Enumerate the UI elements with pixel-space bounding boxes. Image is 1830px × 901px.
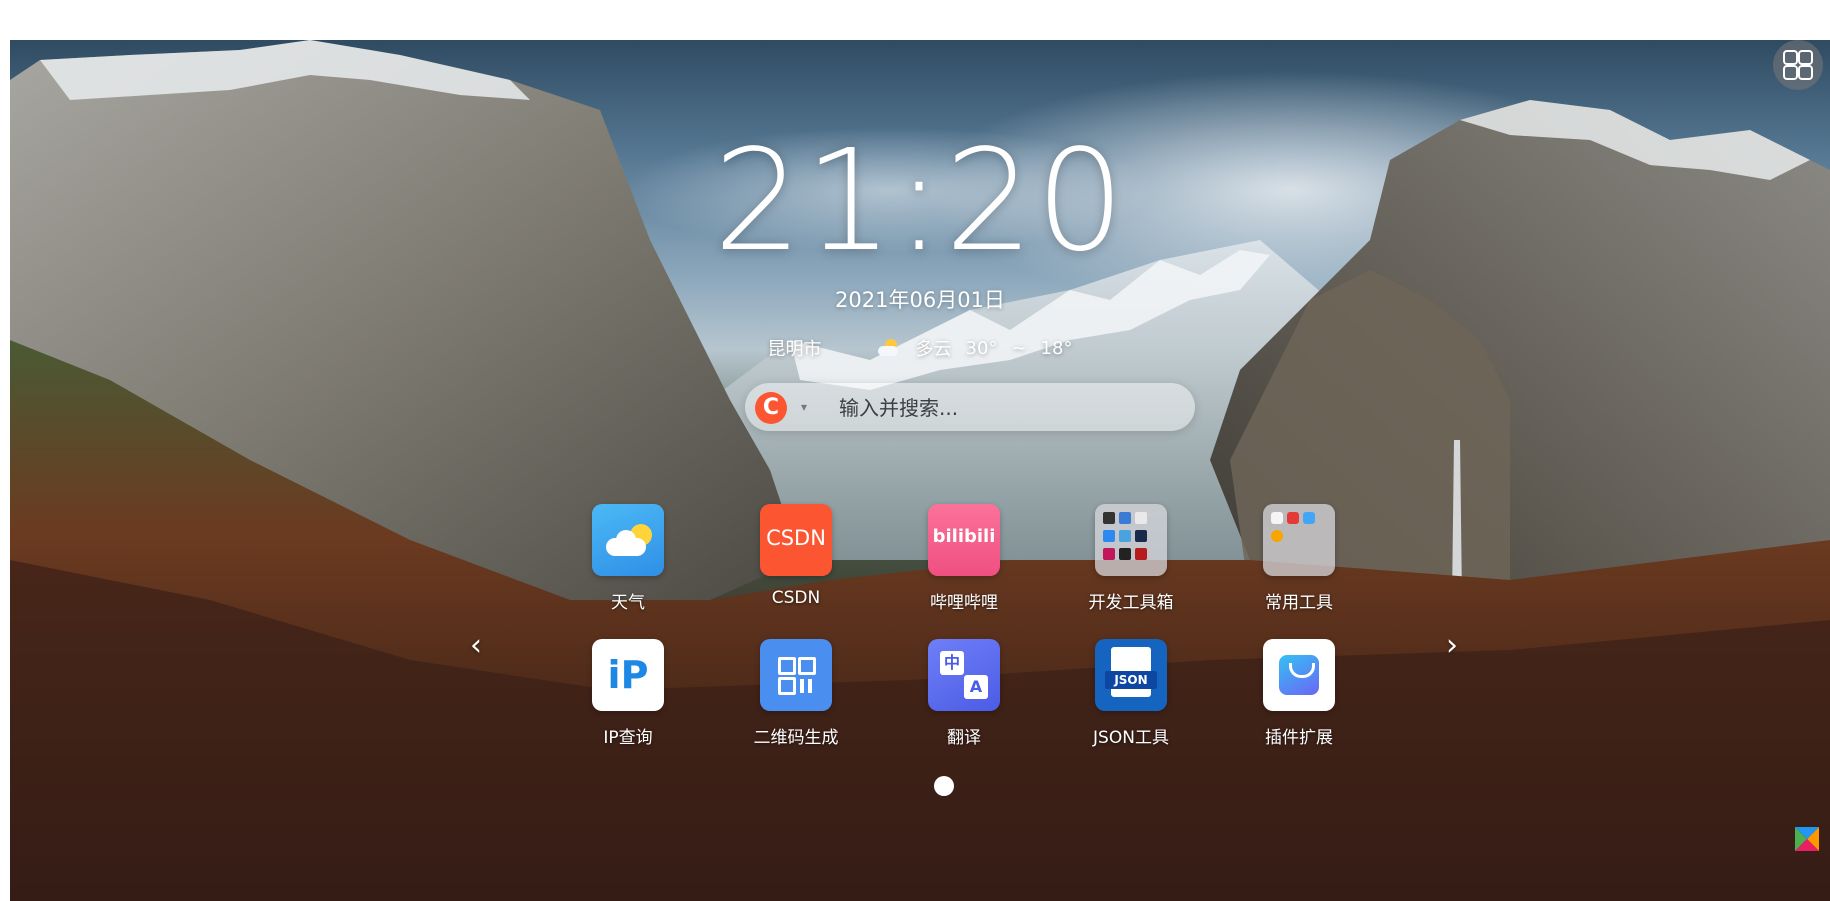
temperature-separator: ~ [1011,337,1027,359]
search-engine-csdn-icon[interactable]: C [755,392,787,424]
qrcode-icon [760,639,832,711]
app-label: 开发工具箱 [1088,593,1174,613]
extension-shopping-bag-icon [1263,639,1335,711]
app-extensions[interactable]: 插件扩展 [1244,639,1354,748]
previous-page-arrow-icon[interactable]: ‹ [464,630,488,662]
search-input[interactable] [837,391,1171,425]
app-csdn[interactable]: CSDN CSDN [741,504,851,608]
app-label: 翻译 [947,728,981,748]
app-label: JSON工具 [1093,728,1169,748]
common-tools-folder-icon [1263,504,1335,576]
app-dev-toolbox-folder[interactable]: 开发工具箱 [1076,504,1186,613]
app-label: 插件扩展 [1265,728,1333,748]
app-weather[interactable]: 天气 [573,504,683,613]
weather-condition: 多云 [915,339,952,360]
city-name: 昆明市 [767,339,822,360]
extension-logo-icon[interactable] [1793,825,1821,853]
wallpaper: 21:20 2021年06月01日 昆明市 多云 30° ~ 18° [10,40,1830,901]
translate-icon: 中 A [928,639,1000,711]
engine-dropdown-icon[interactable]: ▾ [801,400,809,414]
app-label: CSDN [771,588,821,608]
app-ip-lookup[interactable]: iP IP查询 [573,639,683,748]
json-tool-icon: JSON [1095,639,1167,711]
weather-icon [592,504,664,576]
csdn-icon: CSDN [760,504,832,576]
app-label: IP查询 [603,728,653,748]
clock-time: 21:20 [713,120,1127,283]
search-bar: C ▾ [745,383,1195,431]
app-label: 常用工具 [1265,593,1333,613]
app-label: 天气 [611,593,645,613]
app-bilibili[interactable]: bilibili 哔哩哔哩 [909,504,1019,613]
pagination-dot-active[interactable] [934,776,954,796]
app-qrcode-generator[interactable]: 二维码生成 [741,639,851,748]
date-display: 2021年06月01日 [835,288,1005,312]
dev-toolbox-folder-icon [1095,504,1167,576]
app-common-tools-folder[interactable]: 常用工具 [1244,504,1354,613]
app-translate[interactable]: 中 A 翻译 [909,639,1019,748]
app-grid-menu-icon[interactable] [1773,40,1823,90]
app-json-tool[interactable]: JSON JSON工具 [1076,639,1186,748]
partly-cloudy-icon [876,338,902,358]
temperature-high: 30° [965,337,998,359]
temperature-low: 18° [1040,337,1073,359]
next-page-arrow-icon[interactable]: › [1440,630,1464,662]
app-label: 哔哩哔哩 [930,593,998,613]
app-label: 二维码生成 [753,728,839,748]
bilibili-icon: bilibili [928,504,1000,576]
weather-summary[interactable]: 昆明市 多云 30° ~ 18° [10,335,1830,361]
ip-lookup-icon: iP [592,639,664,711]
